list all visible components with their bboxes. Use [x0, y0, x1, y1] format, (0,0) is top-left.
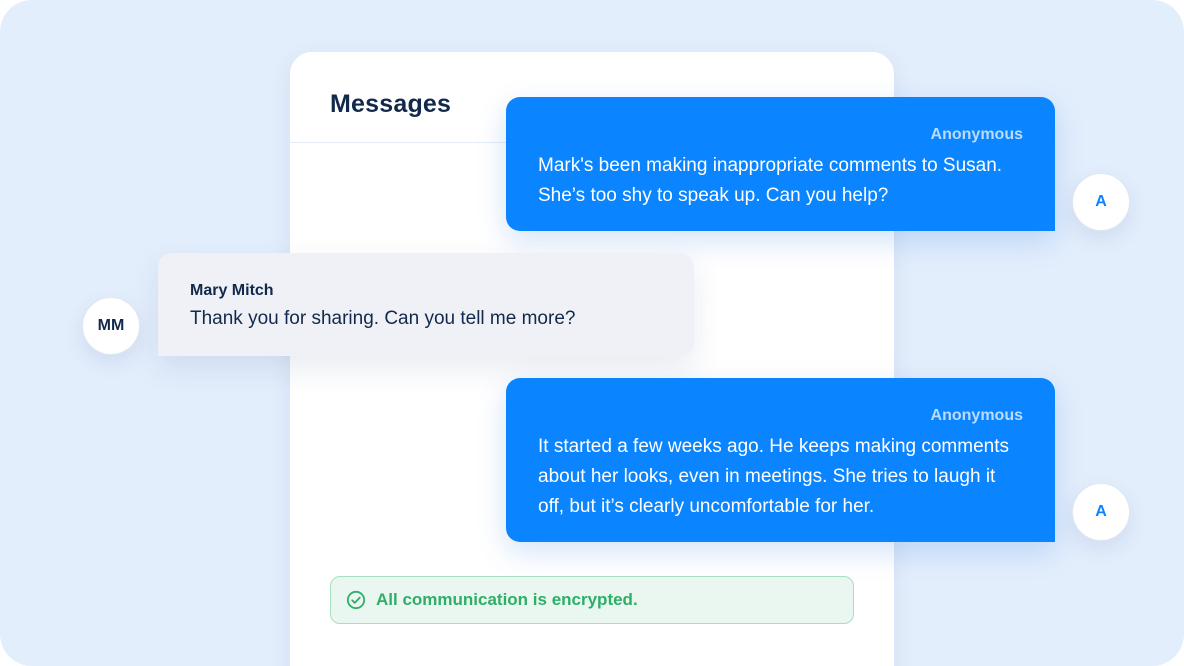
page-title: Messages: [330, 90, 452, 118]
avatar-mary-mitch: MM: [82, 297, 140, 355]
message-text: Mark's been making inappropriate comment…: [538, 155, 1003, 206]
check-circle-icon: [346, 590, 366, 610]
message-bubble-anonymous-2: Anonymous It started a few weeks ago. He…: [506, 378, 1055, 542]
message-sender: Mary Mitch: [190, 282, 274, 299]
message-text: It started a few weeks ago. He keeps mak…: [538, 436, 1009, 517]
message-bubble-mary-mitch: Mary Mitch Thank you for sharing. Can yo…: [158, 253, 694, 356]
message-bubble-anonymous-1: Anonymous Mark's been making inappropria…: [506, 97, 1055, 231]
message-sender: Anonymous: [930, 407, 1023, 424]
avatar-anonymous: A: [1072, 173, 1130, 231]
chat-illustration: Messages Anonymous Mark's been making in…: [0, 0, 1184, 666]
avatar-anonymous: A: [1072, 483, 1130, 541]
message-sender: Anonymous: [930, 126, 1023, 143]
message-text: Thank you for sharing. Can you tell me m…: [190, 308, 576, 329]
encryption-label: All communication is encrypted.: [376, 590, 638, 609]
encryption-notice: All communication is encrypted.: [330, 576, 854, 624]
